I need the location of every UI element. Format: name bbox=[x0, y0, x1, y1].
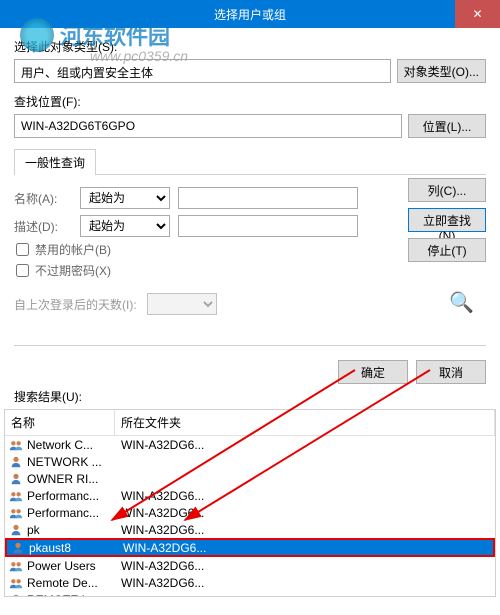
location-button[interactable]: 位置(L)... bbox=[408, 114, 486, 138]
row-name: Power Users bbox=[27, 559, 121, 573]
window-title: 选择用户或组 bbox=[214, 6, 286, 23]
row-folder: WIN-A32DG6... bbox=[121, 438, 491, 452]
days-select bbox=[147, 293, 217, 315]
location-label: 查找位置(F): bbox=[14, 93, 486, 110]
list-item[interactable]: Remote De...WIN-A32DG6... bbox=[5, 574, 495, 591]
row-name: pk bbox=[27, 523, 121, 537]
row-name: pkaust8 bbox=[29, 541, 123, 555]
row-folder: WIN-A32DG6... bbox=[121, 523, 491, 537]
row-folder: WIN-A32DG6... bbox=[121, 559, 491, 573]
row-name: Performanc... bbox=[27, 506, 121, 520]
close-button[interactable]: ✕ bbox=[455, 0, 500, 28]
group-icon bbox=[9, 438, 25, 452]
object-type-label: 选择此对象类型(S): bbox=[14, 38, 486, 55]
row-name: REMOTE I... bbox=[27, 593, 121, 598]
results-list[interactable]: 名称 所在文件夹 Network C...WIN-A32DG6...NETWOR… bbox=[4, 409, 496, 597]
days-label: 自上次登录后的天数(I): bbox=[14, 296, 137, 313]
desc-op-select[interactable]: 起始为 bbox=[80, 215, 170, 237]
group-icon bbox=[9, 506, 25, 520]
location-field: WIN-A32DG6T6GPO bbox=[14, 114, 402, 138]
row-folder: WIN-A32DG6... bbox=[121, 489, 491, 503]
list-item[interactable]: pkWIN-A32DG6... bbox=[5, 521, 495, 538]
row-name: Performanc... bbox=[27, 489, 121, 503]
row-folder: WIN-A32DG6... bbox=[123, 541, 489, 555]
row-name: Network C... bbox=[27, 438, 121, 452]
tabs: 一般性查询 bbox=[14, 148, 486, 175]
list-item[interactable]: Network C...WIN-A32DG6... bbox=[5, 436, 495, 453]
col-folder[interactable]: 所在文件夹 bbox=[115, 410, 495, 435]
search-icon: 🔍 bbox=[449, 290, 474, 315]
row-name: OWNER RI... bbox=[27, 472, 121, 486]
results-label: 搜索结果(U): bbox=[0, 384, 500, 407]
tab-general-query[interactable]: 一般性查询 bbox=[14, 149, 96, 175]
name-op-select[interactable]: 起始为 bbox=[80, 187, 170, 209]
list-item[interactable]: Performanc...WIN-A32DG6... bbox=[5, 504, 495, 521]
noexpire-password-check[interactable]: 不过期密码(X) bbox=[16, 262, 392, 279]
list-header: 名称 所在文件夹 bbox=[5, 410, 495, 436]
title-bar: 选择用户或组 ✕ bbox=[0, 0, 500, 28]
row-folder: WIN-A32DG6... bbox=[121, 576, 491, 590]
person-icon bbox=[9, 455, 25, 469]
disabled-accounts-check[interactable]: 禁用的帐户(B) bbox=[16, 241, 392, 258]
list-item[interactable]: OWNER RI... bbox=[5, 470, 495, 487]
person-icon bbox=[11, 541, 27, 555]
find-now-button[interactable]: 立即查找(N) bbox=[408, 208, 486, 232]
checkbox-noexpire[interactable] bbox=[16, 264, 29, 277]
close-icon: ✕ bbox=[472, 7, 482, 21]
cancel-button[interactable]: 取消 bbox=[416, 360, 486, 384]
row-name: NETWORK ... bbox=[27, 455, 121, 469]
ok-button[interactable]: 确定 bbox=[338, 360, 408, 384]
checkbox-disabled[interactable] bbox=[16, 243, 29, 256]
person-icon bbox=[9, 472, 25, 486]
columns-button[interactable]: 列(C)... bbox=[408, 178, 486, 202]
name-label: 名称(A): bbox=[14, 190, 72, 207]
object-type-button[interactable]: 对象类型(O)... bbox=[397, 59, 486, 83]
stop-button[interactable]: 停止(T) bbox=[408, 238, 486, 262]
person-icon bbox=[9, 593, 25, 598]
group-icon bbox=[9, 489, 25, 503]
list-item[interactable]: REMOTE I... bbox=[5, 591, 495, 597]
desc-input[interactable] bbox=[178, 215, 358, 237]
group-icon bbox=[9, 559, 25, 573]
object-type-field: 用户、组或内置安全主体 bbox=[14, 59, 391, 83]
desc-label: 描述(D): bbox=[14, 218, 72, 235]
list-item[interactable]: NETWORK ... bbox=[5, 453, 495, 470]
row-name: Remote De... bbox=[27, 576, 121, 590]
list-item[interactable]: Power UsersWIN-A32DG6... bbox=[5, 557, 495, 574]
person-icon bbox=[9, 523, 25, 537]
list-item[interactable]: pkaust8WIN-A32DG6... bbox=[5, 538, 495, 557]
name-input[interactable] bbox=[178, 187, 358, 209]
row-folder: WIN-A32DG6... bbox=[121, 506, 491, 520]
list-item[interactable]: Performanc...WIN-A32DG6... bbox=[5, 487, 495, 504]
col-name[interactable]: 名称 bbox=[5, 410, 115, 435]
group-icon bbox=[9, 576, 25, 590]
